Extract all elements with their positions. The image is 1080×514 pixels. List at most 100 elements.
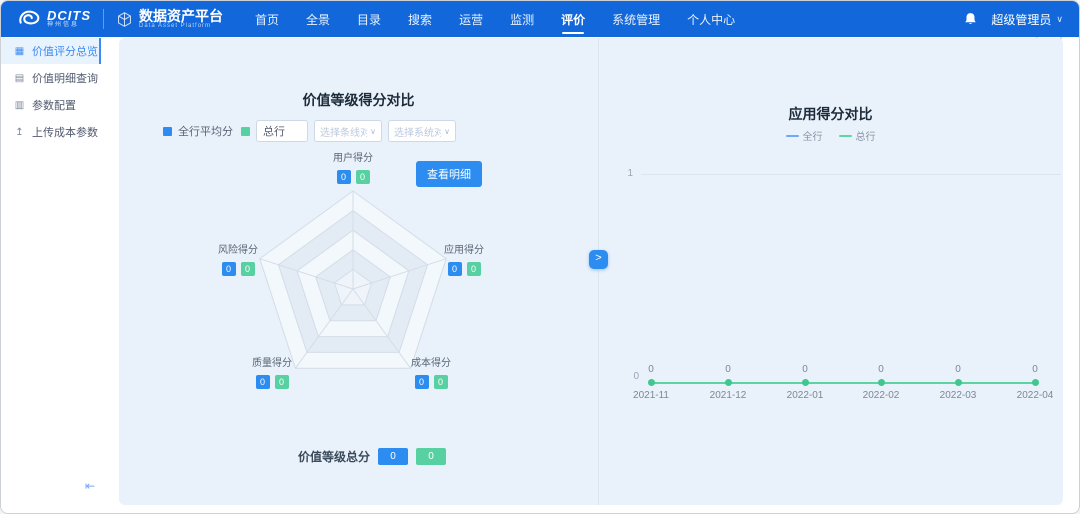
nav-item-monitor[interactable]: 监测 [510, 1, 534, 38]
panel-expand-button[interactable]: > [589, 250, 608, 269]
point-value-label: 0 [698, 364, 758, 375]
right-chart-title: 应用得分对比 [598, 104, 1063, 124]
nav-item-home[interactable]: 首页 [255, 1, 279, 38]
nav-item-system-mgmt[interactable]: 系统管理 [612, 1, 660, 38]
x-axis-tick: 2022-02 [851, 390, 911, 401]
nav-item-search[interactable]: 搜索 [408, 1, 432, 38]
sidebar-item-label: 价值评分总览 [32, 43, 98, 59]
brand-subname: 神州信息 [47, 22, 91, 29]
content-panel: > 价值等级得分对比 全行平均分 选择条线对比 ∨ 选择系统对比 ∨ 查看明细 … [119, 38, 1063, 505]
nav-item-evaluate[interactable]: 评价 [561, 1, 585, 38]
sidebar-item-upload-cost[interactable]: ↥ 上传成本参数 [1, 119, 101, 145]
total-score-blue: 0 [378, 448, 408, 465]
legend-label: 全行 [803, 128, 823, 143]
select-line-compare[interactable]: 选择条线对比 ∨ [314, 120, 382, 142]
cube-icon [116, 11, 133, 28]
score-badge-blue: 0 [448, 262, 462, 276]
sidebar-item-label: 参数配置 [32, 97, 76, 113]
radar-axis-cost: 成本得分 0 0 [401, 354, 461, 389]
radar-axis-quality: 质量得分 0 0 [242, 354, 302, 389]
left-chart-title: 价值等级得分对比 [119, 90, 598, 110]
top-navbar: DCITS 神州信息 数据资产平台 Data Asset Platform 首页… [1, 1, 1080, 37]
navbar-right: 超级管理员 ∨ [964, 11, 1080, 28]
radar-axis-application: 应用得分 0 0 [434, 241, 494, 276]
score-badge-blue: 0 [256, 375, 270, 389]
sidebar-item-detail-query[interactable]: ▤ 价值明细查询 [1, 65, 101, 91]
radar-axis-user: 用户得分 0 0 [323, 149, 383, 184]
x-axis-tick: 2022-03 [928, 390, 988, 401]
point-value-label: 0 [851, 364, 911, 375]
legend-item-head-office[interactable]: 总行 [839, 128, 876, 143]
legend-dash [839, 135, 852, 137]
nav-item-catalog[interactable]: 目录 [357, 1, 381, 38]
product-logo[interactable]: 数据资产平台 Data Asset Platform [116, 9, 223, 30]
legend-label: 总行 [856, 128, 876, 143]
score-badge-green: 0 [241, 262, 255, 276]
sidebar-item-param-config[interactable]: ▥ 参数配置 [1, 92, 101, 118]
sliders-icon: ▥ [14, 100, 25, 111]
score-badge-green: 0 [467, 262, 481, 276]
total-score-label: 价值等级总分 [298, 448, 370, 465]
legend-item-all-bank[interactable]: 全行 [786, 128, 823, 143]
point-dot [802, 379, 809, 386]
x-axis-tick: 2021-11 [621, 390, 681, 401]
chevron-down-icon: ∨ [1056, 14, 1063, 25]
point-value-label: 0 [775, 364, 835, 375]
list-icon: ▤ [14, 73, 25, 84]
score-badge-green: 0 [356, 170, 370, 184]
point-dot [1032, 379, 1039, 386]
score-badge-green: 0 [434, 375, 448, 389]
radar-axis-risk: 风险得分 0 0 [208, 241, 268, 276]
dcits-swirl-icon [17, 7, 41, 31]
line-chart-legend: 全行 总行 [598, 128, 1063, 143]
y-axis-tick-1: 1 [619, 168, 633, 179]
nav-item-personal-center[interactable]: 个人中心 [687, 1, 735, 38]
legend-green-swatch [241, 127, 250, 136]
grid-icon: ▦ [14, 46, 25, 57]
point-value-label: 0 [928, 364, 988, 375]
product-name: 数据资产平台 [139, 9, 223, 23]
chevron-down-icon: ∨ [444, 127, 450, 136]
app-window: ✕ DCITS 神州信息 数据资产平台 Data Asset [0, 0, 1080, 514]
sidebar: ▦ 价值评分总览 ▤ 价值明细查询 ▥ 参数配置 ↥ 上传成本参数 ⇤ [1, 37, 101, 514]
brand-logo[interactable]: DCITS 神州信息 [1, 7, 91, 31]
score-badge-blue: 0 [222, 262, 236, 276]
x-axis-tick: 2022-04 [1005, 390, 1065, 401]
score-badge-blue: 0 [415, 375, 429, 389]
org-input[interactable] [256, 120, 308, 142]
legend-blue-swatch [163, 127, 172, 136]
main-menu: 首页全景目录搜索运营监测评价系统管理个人中心 [255, 1, 735, 38]
point-dot [648, 379, 655, 386]
user-menu[interactable]: 超级管理员 ∨ [991, 11, 1063, 28]
x-axis-tick: 2021-12 [698, 390, 758, 401]
comparison-controls: 全行平均分 选择条线对比 ∨ 选择系统对比 ∨ [163, 119, 456, 143]
upload-icon: ↥ [14, 127, 25, 138]
total-score-green: 0 [416, 448, 446, 465]
chevron-down-icon: ∨ [370, 127, 376, 136]
sidebar-item-label: 上传成本参数 [32, 124, 98, 140]
sidebar-item-score-overview[interactable]: ▦ 价值评分总览 [1, 38, 101, 64]
nav-item-panorama[interactable]: 全景 [306, 1, 330, 38]
gridline-1 [641, 174, 1061, 175]
bell-icon[interactable] [964, 12, 977, 26]
point-dot [878, 379, 885, 386]
line-series [651, 382, 1035, 384]
sidebar-collapse-icon[interactable]: ⇤ [85, 479, 95, 493]
brand-name: DCITS [47, 9, 91, 22]
legend-dash [786, 135, 799, 137]
point-dot [725, 379, 732, 386]
brand-separator [103, 9, 104, 29]
user-name: 超级管理员 [991, 11, 1051, 28]
sidebar-item-label: 价值明细查询 [32, 70, 98, 86]
point-dot [955, 379, 962, 386]
nav-item-operation[interactable]: 运营 [459, 1, 483, 38]
product-subname: Data Asset Platform [139, 23, 223, 30]
score-badge-green: 0 [275, 375, 289, 389]
x-axis-tick: 2022-01 [775, 390, 835, 401]
legend-blue-label: 全行平均分 [178, 123, 233, 139]
select-system-compare[interactable]: 选择系统对比 ∨ [388, 120, 456, 142]
point-value-label: 0 [621, 364, 681, 375]
total-score-row: 价值等级总分 0 0 [298, 448, 446, 465]
score-badge-blue: 0 [337, 170, 351, 184]
point-value-label: 0 [1005, 364, 1065, 375]
